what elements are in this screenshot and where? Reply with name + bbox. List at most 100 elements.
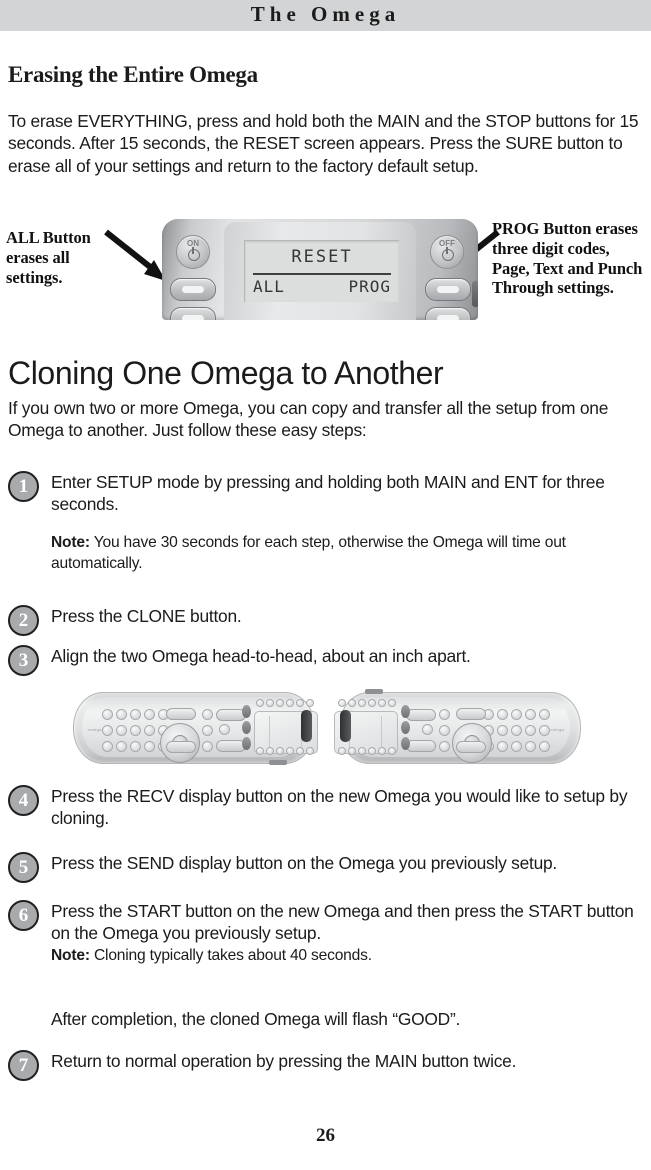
brand-mark: omega: [550, 727, 564, 732]
ir-emitter-window: [301, 710, 312, 742]
lcd-option-prog: PROG: [348, 277, 391, 296]
step-text: Press the START button on the new Omega …: [51, 901, 634, 944]
remote-top-illustration: RESET ALL PROG ON OFF: [162, 219, 478, 320]
step-number-badge: 6: [8, 900, 39, 931]
keypad-key: [422, 724, 433, 735]
remote-face: omega: [82, 697, 318, 763]
keypad-key: [130, 709, 141, 720]
side-bump: [401, 737, 410, 750]
keypad-key: [358, 699, 366, 707]
keypad-key: [497, 709, 508, 720]
keypad-key: [511, 709, 522, 720]
keypad-key: [511, 741, 522, 752]
keypad-key: [338, 699, 346, 707]
note-body: Cloning typically takes about 40 seconds…: [89, 947, 372, 964]
rocker-button: [166, 708, 196, 720]
keypad-key: [116, 741, 127, 752]
keypad-key: [306, 699, 314, 707]
side-key-column: [422, 724, 433, 735]
section-heading-cloning: Cloning One Omega to Another: [8, 355, 444, 391]
top-key-row: [338, 699, 396, 707]
keypad-key: [102, 725, 113, 736]
step-item: 1 Enter SETUP mode by pressing and holdi…: [8, 471, 651, 516]
keypad-key: [388, 747, 396, 755]
step-number-badge: 5: [8, 852, 39, 883]
keypad-key: [276, 699, 284, 707]
keypad-key: [348, 747, 356, 755]
step-text: Press the SEND display button on the Ome…: [51, 853, 557, 873]
remote-left-horizontal: omega: [73, 688, 318, 766]
keypad-key: [378, 747, 386, 755]
side-bump: [242, 705, 251, 718]
step-number-badge: 3: [8, 645, 39, 676]
screen-rule: [269, 716, 270, 749]
keypad-key: [266, 699, 274, 707]
keypad-key: [296, 699, 304, 707]
step-item: 4 Press the RECV display button on the n…: [8, 785, 651, 830]
keypad-key: [202, 725, 213, 736]
keypad-key: [256, 699, 264, 707]
keypad-key: [256, 747, 264, 755]
callout-prog-button: PROG Button erases three digit codes, Pa…: [492, 219, 651, 298]
keypad-key: [368, 747, 376, 755]
section-paragraph-erasing: To erase EVERYTHING, press and hold both…: [8, 111, 639, 176]
step-number-badge: 2: [8, 605, 39, 636]
display-button-all: [170, 278, 216, 301]
bottom-key-row: [256, 747, 314, 755]
keypad-key: [338, 747, 346, 755]
remote-pair-illustration: omega omega: [0, 688, 651, 768]
keypad-key: [219, 724, 230, 735]
screen-rule: [381, 716, 382, 749]
note-label: Note:: [51, 947, 90, 964]
bottom-key-row: [338, 747, 396, 755]
lcd-options: ALL PROG: [253, 277, 391, 296]
rocker-button: [406, 740, 436, 752]
step-text: Return to normal operation by pressing t…: [51, 1051, 517, 1071]
side-key-column: [219, 724, 230, 735]
step-number-badge: 7: [8, 1050, 39, 1081]
rocker-button: [406, 709, 436, 721]
keypad-key: [144, 725, 155, 736]
step-number-badge: 1: [8, 471, 39, 502]
power-icon: [188, 247, 200, 261]
side-key-column: [439, 709, 450, 752]
step-text: Press the CLONE button.: [51, 606, 242, 626]
keypad-key: [511, 725, 522, 736]
side-bump: [242, 737, 251, 750]
keypad-key: [202, 741, 213, 752]
keypad-key: [116, 725, 127, 736]
step-text: Press the RECV display button on the new…: [51, 786, 628, 829]
keypad-key: [144, 741, 155, 752]
page-header-title: The Omega: [250, 2, 401, 26]
display-button-right-lower: [425, 307, 471, 320]
callout-prog-lead: PROG Button: [492, 219, 592, 238]
keypad-key: [368, 699, 376, 707]
keypad-key: [202, 709, 213, 720]
keypad-key: [286, 747, 294, 755]
remote-face: omega: [334, 697, 570, 763]
display-button-left-lower: [170, 307, 216, 320]
power-off-button: OFF: [430, 235, 464, 269]
remote-nub: [365, 689, 383, 694]
keypad-key: [296, 747, 304, 755]
keypad-key: [286, 699, 294, 707]
keypad-grid: [483, 709, 550, 752]
keypad-key: [102, 741, 113, 752]
keypad-key: [525, 741, 536, 752]
rocker-button: [456, 741, 486, 753]
section-paragraph-cloning: If you own two or more Omega, you can co…: [8, 398, 609, 441]
step-text: Align the two Omega head-to-head, about …: [51, 646, 471, 666]
keypad-key: [306, 747, 314, 755]
keypad-key: [144, 709, 155, 720]
completion-text: After completion, the cloned Omega will …: [51, 1009, 461, 1029]
keypad-key: [102, 709, 113, 720]
step-item: 7 Return to normal operation by pressing…: [8, 1050, 651, 1081]
step-item: 3 Align the two Omega head-to-head, abou…: [8, 645, 651, 676]
step-number-badge: 4: [8, 785, 39, 816]
note-body: You have 30 seconds for each step, other…: [51, 534, 566, 572]
side-bump: [401, 721, 410, 734]
remote-nub: [269, 760, 287, 765]
keypad-key: [130, 725, 141, 736]
lcd-option-all: ALL: [253, 277, 285, 296]
keypad-key: [525, 709, 536, 720]
